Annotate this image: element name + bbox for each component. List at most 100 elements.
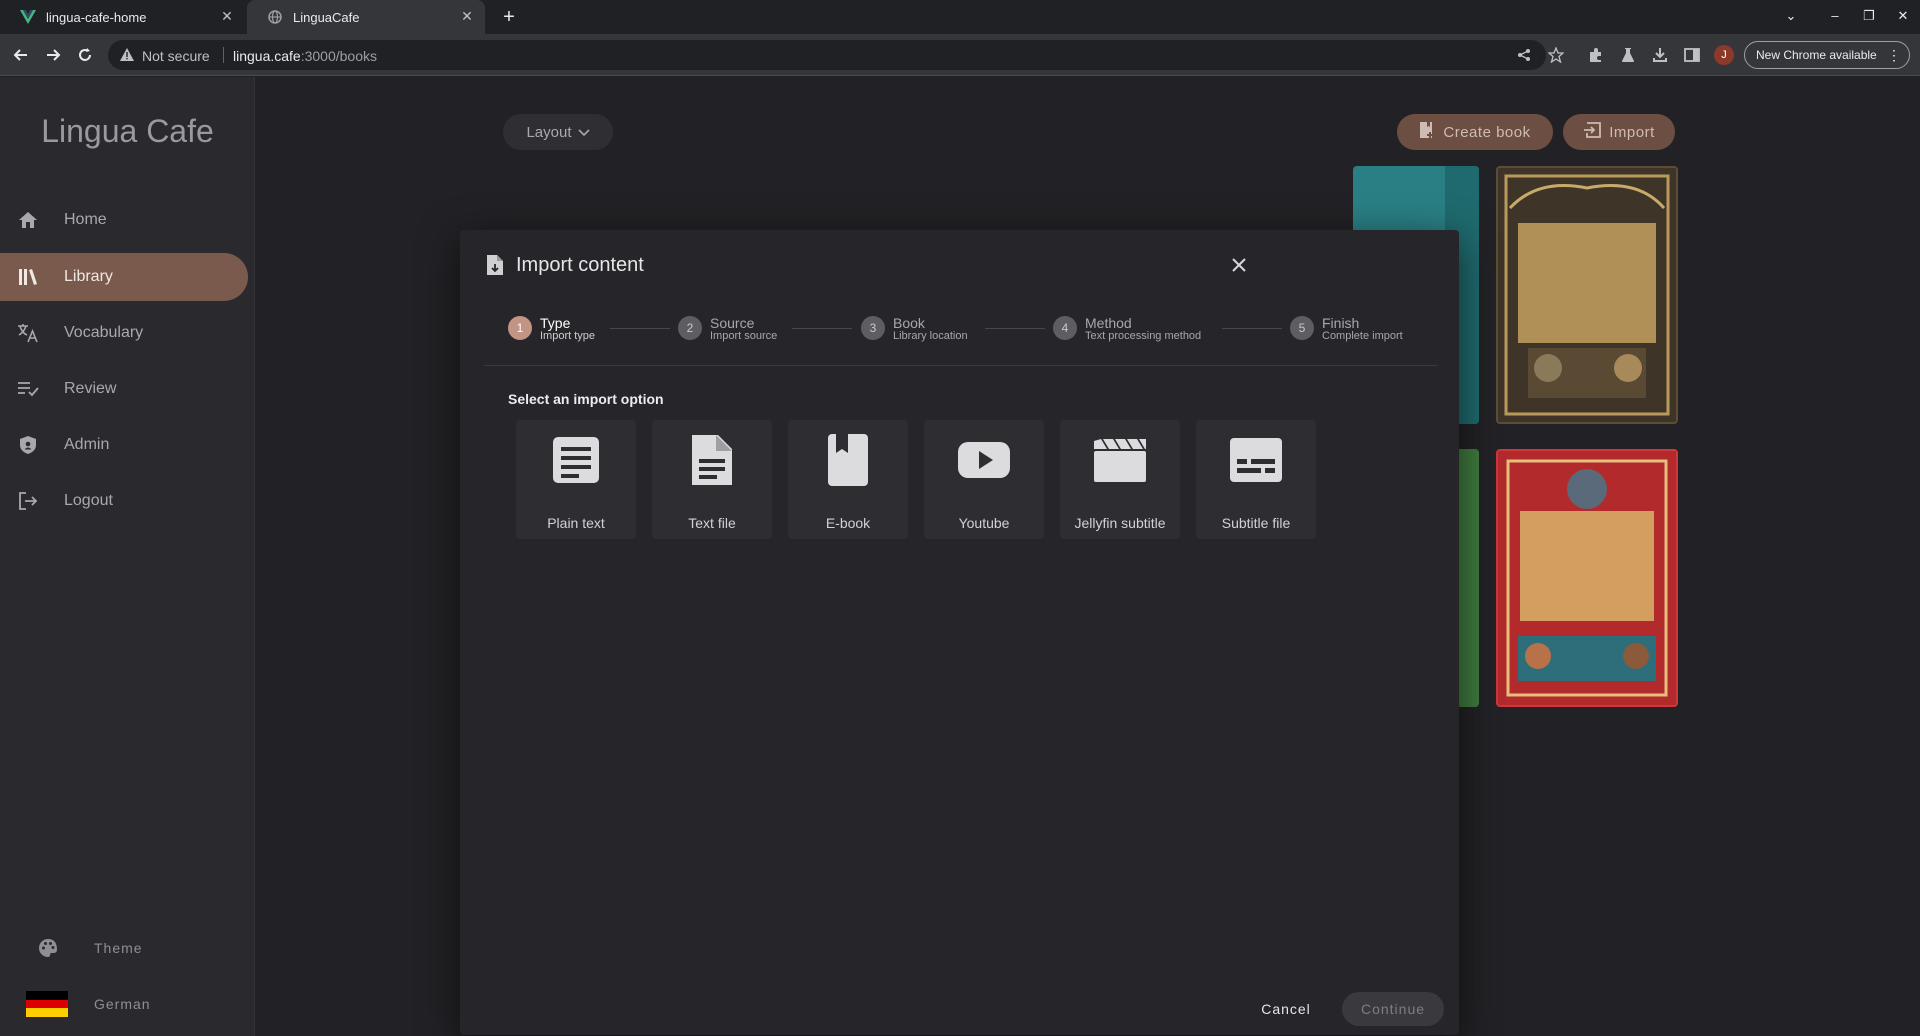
sidebar-item-review[interactable]: Review: [0, 365, 248, 413]
option-label: Jellyfin subtitle: [1074, 515, 1166, 531]
step-subtitle: Text processing method: [1085, 330, 1202, 342]
step-title: Book: [893, 315, 925, 331]
step-number: 5: [1290, 316, 1314, 340]
step-connector: [985, 328, 1045, 329]
sidebar-item-library[interactable]: Library: [0, 253, 248, 301]
extensions-icon[interactable]: [1587, 46, 1605, 64]
book-cover[interactable]: [1496, 166, 1678, 424]
select-import-option-label: Select an import option: [508, 391, 664, 407]
theme-button[interactable]: Theme: [0, 928, 255, 968]
step-source: 2 Source Import source: [678, 316, 777, 343]
step-subtitle: Library location: [893, 330, 968, 342]
theme-label: Theme: [94, 940, 143, 956]
tab-title: LinguaCafe: [293, 9, 360, 25]
step-connector: [792, 328, 852, 329]
step-method: 4 Method Text processing method: [1053, 316, 1201, 343]
restore-icon[interactable]: ❐: [1860, 8, 1878, 24]
review-icon: [17, 378, 39, 400]
continue-button[interactable]: Continue: [1342, 992, 1444, 1026]
book-cover[interactable]: [1496, 449, 1678, 707]
new-chrome-available-button[interactable]: New Chrome available ⋮: [1744, 41, 1910, 69]
layout-label: Layout: [526, 123, 572, 141]
option-text-file[interactable]: Text file: [652, 420, 772, 539]
option-e-book[interactable]: E-book: [788, 420, 908, 539]
close-tab-icon[interactable]: ✕: [219, 8, 235, 24]
book-cover-art: [1498, 168, 1676, 422]
side-panel-icon[interactable]: [1683, 46, 1701, 64]
option-subtitle-file[interactable]: Subtitle file: [1196, 420, 1316, 539]
option-label: E-book: [825, 515, 871, 531]
home-icon: [17, 209, 39, 231]
url-host: lingua.cafe: [233, 48, 301, 64]
step-number: 3: [861, 316, 885, 340]
forward-icon[interactable]: [41, 43, 65, 67]
step-connector: [610, 328, 670, 329]
browser-toolbar: Not secure lingua.cafe:3000/books J New …: [0, 34, 1920, 76]
option-youtube[interactable]: Youtube: [924, 420, 1044, 539]
step-connector: [1222, 328, 1282, 329]
youtube-icon: [924, 430, 1044, 490]
option-label: Youtube: [958, 515, 1010, 531]
app-brand: Lingua Cafe: [41, 113, 214, 149]
tab-search-chevron-icon[interactable]: ⌄: [1782, 8, 1800, 24]
layout-button[interactable]: Layout: [503, 114, 613, 150]
sidebar-item-home[interactable]: Home: [0, 196, 248, 244]
language-button[interactable]: German: [0, 984, 255, 1024]
step-title: Type: [540, 315, 571, 331]
profile-avatar[interactable]: J: [1714, 45, 1734, 65]
book-icon: [788, 430, 908, 490]
minimize-icon[interactable]: –: [1826, 8, 1844, 23]
create-book-label: Create book: [1443, 123, 1531, 141]
update-label: New Chrome available: [1756, 48, 1877, 62]
book-plus-icon: [1419, 121, 1435, 143]
file-import-icon: [486, 254, 504, 281]
sidebar-item-label: Vocabulary: [64, 324, 144, 341]
reload-icon[interactable]: [73, 43, 97, 67]
german-flag-icon: [26, 991, 68, 1018]
divider: [484, 365, 1437, 366]
step-type: 1 Type Import type: [508, 316, 595, 343]
step-number: 1: [508, 316, 532, 340]
vue-logo-icon: [20, 9, 36, 25]
browser-tab[interactable]: lingua-cafe-home ✕: [0, 0, 245, 34]
option-jellyfin-subtitle[interactable]: Jellyfin subtitle: [1060, 420, 1180, 539]
window-close-icon[interactable]: ✕: [1894, 8, 1912, 24]
clapperboard-icon: [1060, 430, 1180, 490]
language-label: German: [94, 996, 151, 1012]
bookmark-star-icon[interactable]: [1547, 46, 1565, 64]
tab-title: lingua-cafe-home: [46, 9, 147, 25]
step-number: 4: [1053, 316, 1077, 340]
browser-tab-active[interactable]: LinguaCafe ✕: [247, 0, 485, 34]
new-tab-icon[interactable]: +: [499, 7, 519, 27]
url-text[interactable]: lingua.cafe:3000/books: [233, 48, 377, 64]
palette-icon: [38, 938, 58, 961]
step-title: Method: [1085, 315, 1132, 331]
step-title: Finish: [1322, 315, 1360, 331]
lab-flask-icon[interactable]: [1619, 46, 1637, 64]
logout-icon: [17, 490, 39, 512]
close-tab-icon[interactable]: ✕: [459, 8, 475, 24]
step-subtitle: Import source: [710, 330, 778, 342]
sidebar-item-vocabulary[interactable]: Vocabulary: [0, 309, 248, 357]
close-icon[interactable]: [1228, 254, 1250, 276]
create-book-button[interactable]: Create book: [1397, 114, 1553, 150]
share-icon[interactable]: [1515, 46, 1533, 64]
sidebar-item-label: Admin: [64, 436, 110, 453]
option-plain-text[interactable]: Plain text: [516, 420, 636, 539]
import-button[interactable]: Import: [1563, 114, 1675, 150]
option-label: Plain text: [547, 515, 605, 531]
download-icon[interactable]: [1651, 46, 1669, 64]
warning-icon[interactable]: [120, 48, 134, 66]
more-vert-icon[interactable]: ⋮: [1887, 42, 1901, 68]
step-number: 2: [678, 316, 702, 340]
sidebar-item-admin[interactable]: Admin: [0, 421, 248, 469]
step-title: Source: [710, 315, 755, 331]
sidebar-item-label: Review: [64, 380, 117, 397]
sidebar-item-logout[interactable]: Logout: [0, 477, 248, 525]
cancel-button[interactable]: Cancel: [1248, 992, 1324, 1026]
chevron-down-icon: [577, 124, 590, 141]
back-icon[interactable]: [9, 43, 33, 67]
option-label: Text file: [688, 515, 736, 531]
address-bar[interactable]: Not secure lingua.cafe:3000/books: [108, 40, 1546, 70]
option-label: Subtitle file: [1221, 515, 1291, 531]
